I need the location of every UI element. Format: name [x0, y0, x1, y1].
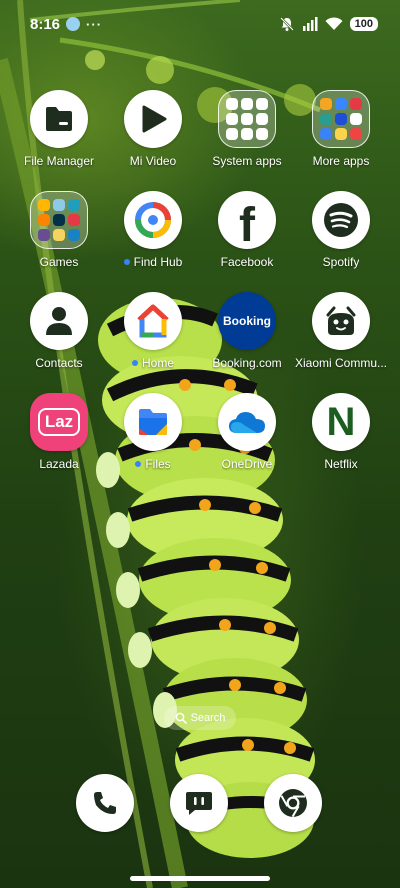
folder-more-apps[interactable]: More apps: [294, 90, 388, 168]
status-right: 100: [279, 16, 378, 32]
app-label: Files: [135, 457, 171, 471]
lazada-icon: Laz: [30, 393, 88, 451]
app-label: Contacts: [35, 356, 83, 370]
play-icon: [124, 90, 182, 148]
app-facebook[interactable]: f Facebook: [200, 191, 294, 269]
new-app-dot: [135, 461, 142, 467]
app-label: Xiaomi Commu...: [294, 356, 388, 370]
signal-icon: [302, 17, 318, 31]
google-home-icon: [124, 292, 182, 350]
app-label: Find Hub: [123, 255, 182, 269]
status-left: 8:16 ···: [30, 16, 102, 33]
app-spotify[interactable]: Spotify: [294, 191, 388, 269]
xiaomi-community-icon: [312, 292, 370, 350]
facebook-icon: f: [218, 191, 276, 249]
app-mi-video[interactable]: Mi Video: [106, 90, 200, 168]
app-find-hub[interactable]: Find Hub: [106, 191, 200, 269]
app-home[interactable]: Home: [106, 292, 200, 370]
phone-icon: [94, 792, 116, 814]
app-contacts[interactable]: Contacts: [12, 292, 106, 370]
spotify-icon: [312, 191, 370, 249]
app-label: OneDrive: [221, 457, 273, 471]
app-label: File Manager: [23, 154, 95, 168]
app-label: System apps: [212, 154, 282, 168]
app-onedrive[interactable]: OneDrive: [200, 393, 294, 471]
app-label: More apps: [312, 154, 370, 168]
wifi-icon: [325, 17, 343, 30]
new-app-dot: [131, 360, 138, 366]
messages-icon: [186, 792, 212, 815]
onedrive-icon: [218, 393, 276, 451]
home-indicator[interactable]: [130, 876, 270, 881]
battery-icon: 100: [349, 17, 378, 31]
mute-bell-icon: [279, 17, 294, 31]
dock-phone[interactable]: [76, 774, 134, 832]
dock-messages[interactable]: [170, 774, 228, 832]
app-label: Lazada: [39, 457, 79, 471]
folder-games[interactable]: Games: [12, 191, 106, 269]
new-app-dot: [123, 259, 130, 265]
app-files[interactable]: Files: [106, 393, 200, 471]
app-label: Spotify: [322, 255, 360, 269]
folder-system-apps[interactable]: System apps: [200, 90, 294, 168]
file-manager-icon: [30, 90, 88, 148]
app-label: Netflix: [324, 457, 358, 471]
clock: 8:16: [30, 15, 61, 33]
folder-preview-icon: [312, 90, 370, 148]
notification-app-icon: [66, 17, 81, 31]
app-xiaomi-community[interactable]: Xiaomi Commu...: [294, 292, 388, 370]
booking-icon: Booking: [218, 292, 276, 350]
person-icon: [30, 292, 88, 350]
find-hub-icon: [124, 191, 182, 249]
folder-preview-icon: [218, 90, 276, 148]
folder-preview-icon: [30, 191, 88, 249]
status-bar: 8:16 ··· 100: [0, 0, 400, 48]
dock-chrome[interactable]: [264, 774, 322, 832]
search-button[interactable]: Search: [164, 706, 236, 730]
more-notifications-icon: ···: [86, 16, 103, 32]
app-label: Booking.com: [212, 356, 282, 370]
files-icon: [124, 393, 182, 451]
app-label: Home: [131, 356, 174, 370]
app-booking[interactable]: Booking Booking.com: [200, 292, 294, 370]
app-label: Facebook: [220, 255, 274, 269]
app-label: Mi Video: [129, 154, 177, 168]
app-lazada[interactable]: Laz Lazada: [12, 393, 106, 471]
chrome-icon: [279, 789, 307, 818]
app-netflix[interactable]: N Netflix: [294, 393, 388, 471]
netflix-icon: N: [312, 393, 370, 451]
search-icon: [175, 712, 187, 724]
search-label: Search: [190, 712, 226, 724]
app-file-manager[interactable]: File Manager: [12, 90, 106, 168]
app-label: Games: [39, 255, 79, 269]
